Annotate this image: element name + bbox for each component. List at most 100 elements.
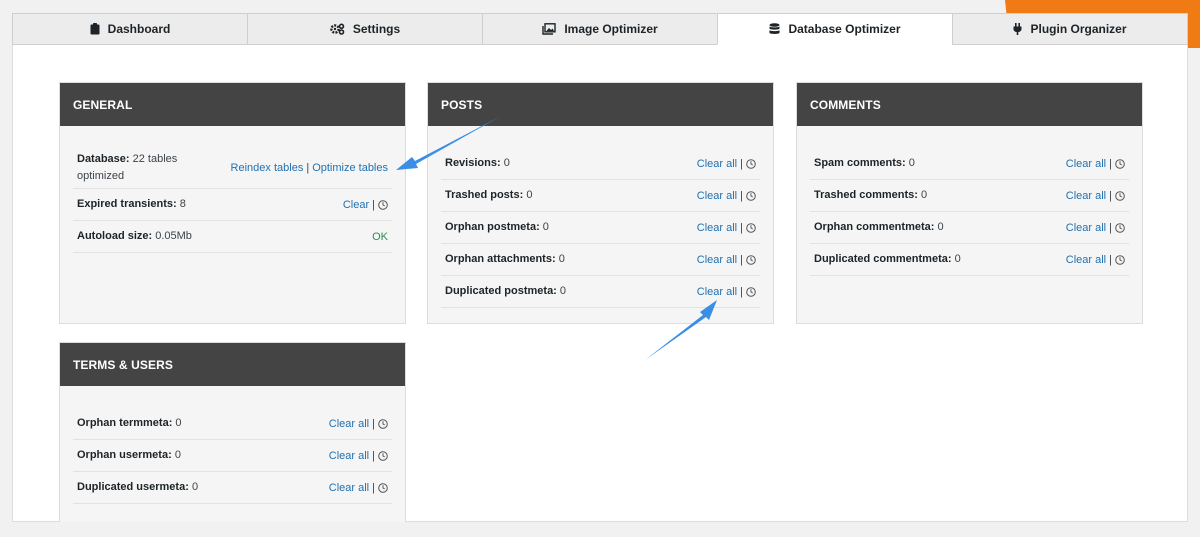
row-label: Duplicated commentmeta: [814,253,952,265]
database-row: Database: 22 tables optimized Reindex ta… [73,148,392,189]
clock-icon[interactable] [378,450,388,461]
row-label: Duplicated postmeta: [445,285,557,297]
tab-bar: Dashboard Settings Image Optimizer Datab… [12,13,1188,45]
row-label: Database: [77,153,130,165]
row-value: 0 [937,221,944,233]
list-item: Duplicated commentmeta: 0 Clear all | [810,244,1129,276]
row-label: Revisions: [445,157,501,169]
row-value: 0 [175,417,182,429]
separator: | [372,449,375,462]
clear-all-button[interactable]: Clear all [1066,190,1106,202]
tab-image-optimizer[interactable]: Image Optimizer [482,13,717,45]
transients-row: Expired transients: 8 Clear | [73,189,392,221]
row-label: Orphan termmeta: [77,417,173,429]
separator: | [372,198,375,211]
row-label: Autoload size: [77,230,153,242]
row-value: 0 [954,253,961,265]
list-item: Duplicated postmeta: 0 Clear all | [441,276,760,308]
tab-database-optimizer[interactable]: Database Optimizer [717,13,952,45]
row-value: 0 [526,189,533,201]
clock-icon[interactable] [378,418,388,429]
list-item: Orphan termmeta: 0 Clear all | [73,408,392,440]
clock-icon[interactable] [1115,190,1125,201]
tab-dashboard-label: Dashboard [107,22,171,36]
row-label: Orphan usermeta: [77,449,172,461]
separator: | [1109,221,1112,234]
clock-icon[interactable] [746,222,756,233]
optimize-tables-link[interactable]: Optimize tables [312,162,388,174]
list-item: Trashed comments: 0 Clear all | [810,180,1129,212]
images-icon [542,23,557,35]
row-value: 0 [542,221,549,233]
list-item: Duplicated usermeta: 0 Clear all | [73,472,392,504]
separator: | [740,157,743,170]
posts-panel: POSTS Revisions: 0 Clear all | Trashed po… [427,82,774,324]
clear-button[interactable]: Clear [343,199,369,211]
clipboard-icon [90,23,100,35]
clock-icon[interactable] [1115,158,1125,169]
separator: | [306,161,310,174]
panel-title: POSTS [428,83,773,126]
tab-image-optimizer-label: Image Optimizer [564,22,658,36]
separator: | [372,417,375,430]
list-item: Orphan attachments: 0 Clear all | [441,244,760,276]
comments-panel: COMMENTS Spam comments: 0 Clear all | Tra… [796,82,1143,324]
row-label: Expired transients: [77,198,177,210]
panel-title: GENERAL [60,83,405,126]
row-value: 0 [191,481,199,493]
row-value: 0 [908,157,915,169]
separator: | [740,221,743,234]
tab-content: GENERAL Database: 22 tables optimized Re… [12,45,1188,522]
clear-all-button[interactable]: Clear all [697,254,737,266]
clear-all-button[interactable]: Clear all [697,190,737,202]
row-label: Orphan commentmeta: [814,221,935,233]
status-ok: OK [372,230,388,243]
separator: | [372,481,375,494]
clock-icon[interactable] [1115,254,1125,265]
clock-icon[interactable] [746,254,756,265]
row-value: 0.05Mb [155,230,192,242]
clock-icon[interactable] [378,199,388,210]
clock-icon[interactable] [746,286,756,297]
reindex-tables-link[interactable]: Reindex tables [231,162,304,174]
separator: | [1109,189,1112,202]
clear-all-button[interactable]: Clear all [1066,254,1106,266]
clear-all-button[interactable]: Clear all [1066,158,1106,170]
tab-plugin-organizer-label: Plugin Organizer [1030,22,1127,36]
separator: | [1109,157,1112,170]
row-value: 0 [503,157,510,169]
terms-users-panel: TERMS & USERS Orphan termmeta: 0 Clear a… [59,342,406,522]
row-label: Orphan attachments: [445,253,556,265]
clear-all-button[interactable]: Clear all [329,418,369,430]
clear-all-button[interactable]: Clear all [329,450,369,462]
separator: | [1109,253,1112,266]
separator: | [740,253,743,266]
separator: | [740,285,743,298]
clock-icon[interactable] [746,158,756,169]
panel-title: TERMS & USERS [60,343,405,386]
row-label: Trashed posts: [445,189,524,201]
clear-all-button[interactable]: Clear all [697,158,737,170]
row-value: 0 [920,189,928,201]
list-item: Orphan postmeta: 0 Clear all | [441,212,760,244]
clock-icon[interactable] [746,190,756,201]
list-item: Orphan commentmeta: 0 Clear all | [810,212,1129,244]
list-item: Trashed posts: 0 Clear all | [441,180,760,212]
gears-icon [330,23,345,35]
tab-settings[interactable]: Settings [247,13,482,45]
plug-icon [1013,23,1022,35]
clear-all-button[interactable]: Clear all [1066,222,1106,234]
tab-plugin-organizer[interactable]: Plugin Organizer [952,13,1188,45]
clock-icon[interactable] [1115,222,1125,233]
panel-title: COMMENTS [797,83,1142,126]
row-label: Trashed comments: [814,189,918,201]
clear-all-button[interactable]: Clear all [697,286,737,298]
tab-settings-label: Settings [352,22,401,36]
list-item: Orphan usermeta: 0 Clear all | [73,440,392,472]
row-label: Duplicated usermeta: [77,481,189,493]
clock-icon[interactable] [378,482,388,493]
clear-all-button[interactable]: Clear all [329,482,369,494]
tab-dashboard[interactable]: Dashboard [12,13,247,45]
plugin-wrapper: Dashboard Settings Image Optimizer Datab… [12,0,1188,522]
clear-all-button[interactable]: Clear all [697,222,737,234]
